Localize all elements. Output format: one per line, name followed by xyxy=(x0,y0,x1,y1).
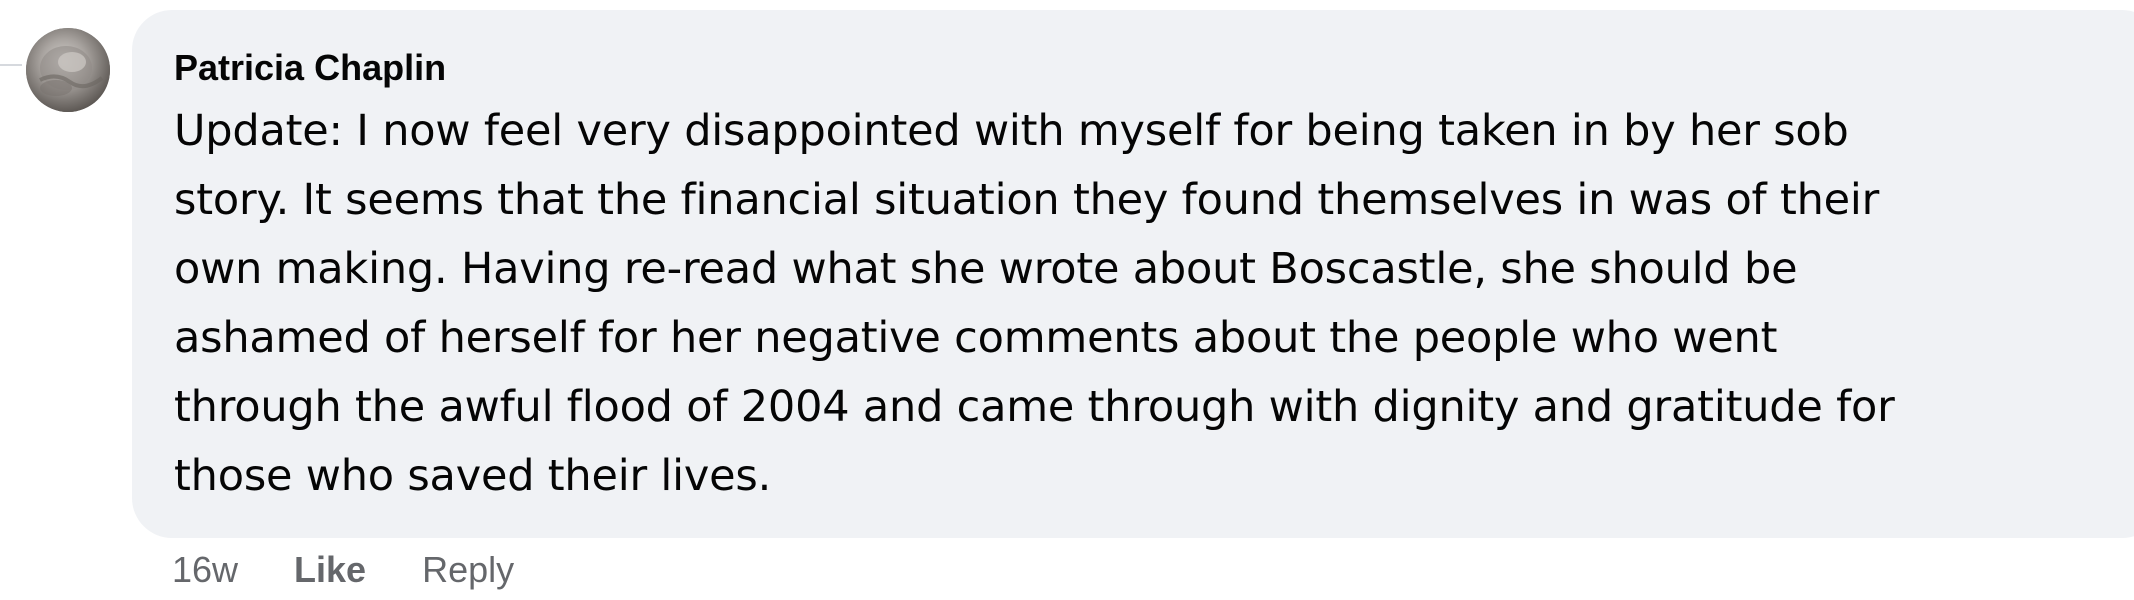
comment-text-line: through the awful flood of 2004 and came… xyxy=(174,382,1895,432)
comment-body: Update: I now feel very disappointed wit… xyxy=(174,97,2134,511)
comment-text-line: own making. Having re-read what she wrot… xyxy=(174,244,1798,294)
comment-text-line: story. It seems that the financial situa… xyxy=(174,175,1880,225)
comment-text-line: those who saved their lives. xyxy=(174,451,772,501)
comment-bubble: Patricia Chaplin Update: I now feel very… xyxy=(132,10,2134,538)
reply-button[interactable]: Reply xyxy=(422,549,514,591)
avatar-photo-icon xyxy=(26,28,110,112)
comment-timestamp-link[interactable]: 16w xyxy=(172,549,238,591)
thread-connector-line xyxy=(0,64,22,66)
comment-text-line: Update: I now feel very disappointed wit… xyxy=(174,106,1849,156)
comment-text-line: ashamed of herself for her negative comm… xyxy=(174,313,1778,363)
comment-actions: 16w Like Reply xyxy=(172,548,514,592)
comment-author-name[interactable]: Patricia Chaplin xyxy=(174,46,446,90)
like-button[interactable]: Like xyxy=(294,549,366,591)
author-avatar[interactable] xyxy=(26,28,110,112)
